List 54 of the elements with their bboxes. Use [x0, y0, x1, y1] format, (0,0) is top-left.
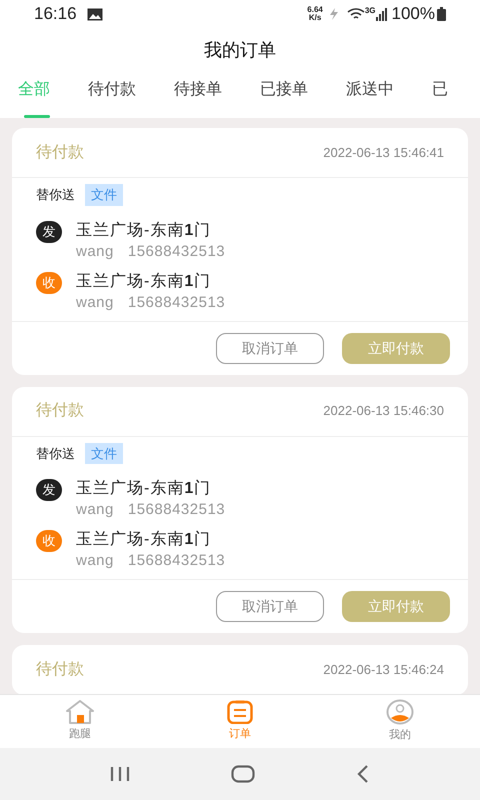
filter-tab[interactable]: 待接单	[174, 72, 222, 118]
cancel-button[interactable]: 取消订单	[216, 332, 324, 364]
home-button-icon[interactable]	[230, 765, 255, 783]
order-status: 待付款	[36, 142, 84, 162]
filter-tab[interactable]: 已接单	[260, 72, 308, 118]
category-tag: 文件	[85, 442, 123, 464]
receiver-badge: 收	[36, 530, 62, 552]
page-title: 我的订单	[204, 38, 276, 62]
receiver-badge: 收	[36, 272, 62, 294]
pay-button[interactable]: 立即付款	[342, 332, 450, 364]
cancel-button[interactable]: 取消订单	[216, 591, 324, 622]
category-tag: 文件	[85, 184, 123, 206]
sender-badge: 发	[36, 220, 62, 242]
contact-phone: 15688432513	[128, 292, 226, 312]
order-time: 2022-06-13 15:46:41	[323, 144, 444, 162]
order-time: 2022-06-13 15:46:24	[323, 661, 444, 680]
contact-name: wang	[76, 500, 114, 520]
pay-button[interactable]: 立即付款	[342, 591, 450, 622]
contact-phone: 15688432513	[128, 500, 226, 520]
network-type: 3G	[364, 5, 376, 17]
service-type: 替你送	[36, 186, 75, 204]
filter-tab[interactable]: 全部	[18, 72, 50, 118]
battery-icon	[437, 7, 446, 21]
nav-tab[interactable]: 订单	[160, 695, 320, 748]
recent-apps-icon[interactable]	[110, 766, 130, 782]
signal-icon	[376, 8, 388, 20]
contact-name: wang	[76, 551, 114, 571]
home-icon	[65, 700, 95, 724]
nav-tab[interactable]: 我的	[320, 695, 480, 748]
filter-tab[interactable]: 派送中	[346, 72, 394, 118]
wifi-icon	[346, 8, 365, 20]
nav-tab[interactable]: 跑腿	[0, 695, 160, 748]
order-time: 2022-06-13 15:46:30	[323, 402, 444, 420]
contact-phone: 15688432513	[128, 551, 226, 571]
filter-tab[interactable]: 待付款	[88, 72, 136, 118]
address-text: 玉兰广场-东南1门	[76, 478, 212, 499]
battery-text: 100%	[392, 3, 435, 26]
contact-phone: 15688432513	[128, 242, 226, 262]
order-status: 待付款	[36, 660, 84, 680]
address-text: 玉兰广场-东南1门	[76, 530, 212, 550]
order-status: 待付款	[36, 401, 84, 421]
address-text: 玉兰广场-东南1门	[76, 272, 212, 292]
network-speed: 6.64 K/s	[307, 6, 323, 22]
image-icon	[86, 8, 103, 20]
back-icon[interactable]	[356, 765, 370, 783]
list-icon	[227, 700, 253, 724]
address-text: 玉兰广场-东南1门	[76, 220, 212, 240]
service-type: 替你送	[36, 444, 75, 462]
filter-tab[interactable]: 已	[432, 72, 448, 118]
clock-text: 16:16	[34, 3, 77, 26]
sender-badge: 发	[36, 479, 62, 501]
contact-name: wang	[76, 242, 114, 262]
contact-name: wang	[76, 292, 114, 312]
user-icon	[386, 699, 414, 726]
